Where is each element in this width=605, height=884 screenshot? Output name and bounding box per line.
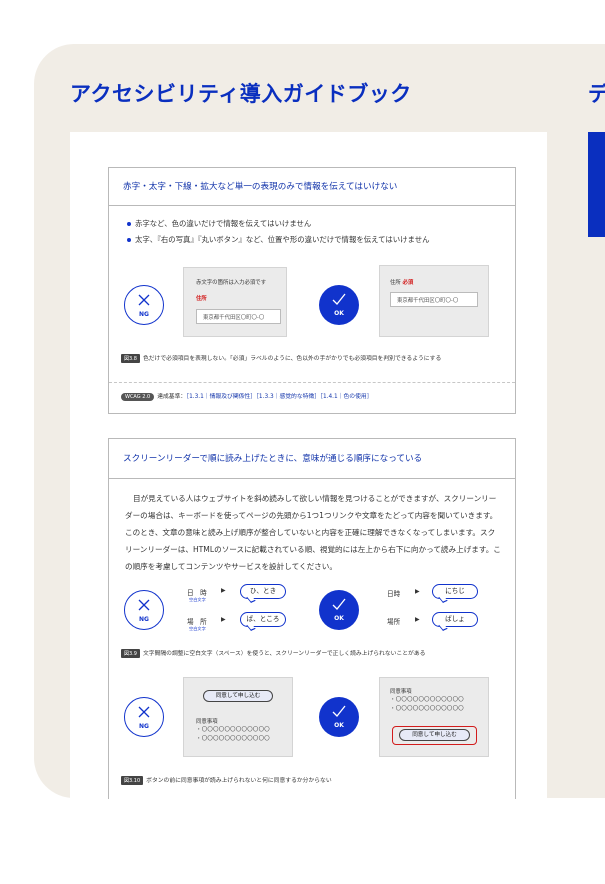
agree-title: 同意事項 bbox=[196, 719, 218, 725]
guideline-section-color: 赤字・太字・下線・拡大など単一の表現のみで情報を伝えてはいけない 赤字など、色の… bbox=[108, 167, 516, 414]
cross-icon bbox=[138, 706, 150, 718]
agree-title: 同意事項 bbox=[390, 689, 412, 695]
bullet-item: 赤字など、色の違いだけで情報を伝えてはいけません bbox=[127, 216, 515, 232]
ng-badge: NG bbox=[124, 697, 164, 737]
figure-caption: 図3.10 ボタンの前に同意事項が読み上げられないと何に同意するか分からない bbox=[121, 775, 332, 785]
book-page: 赤字・太字・下線・拡大など単一の表現のみで情報を伝えてはいけない 赤字など、色の… bbox=[70, 132, 547, 799]
agree-button: 同意して申し込む bbox=[399, 729, 470, 741]
ng-agreement-demo: 同意して申し込む 同意事項 ・〇〇〇〇〇〇〇〇〇〇〇〇 ・〇〇〇〇〇〇〇〇〇〇〇〇 bbox=[183, 677, 293, 757]
ok-form-demo: 住所 必須 東京都千代田区〇町〇-〇 bbox=[379, 265, 489, 337]
ng-badge: NG bbox=[124, 285, 164, 325]
figure-tag: 図3.9 bbox=[121, 649, 140, 658]
ok-label: OK bbox=[334, 722, 344, 729]
play-arrow-icon: ▶ bbox=[221, 587, 226, 594]
ok-label: OK bbox=[334, 615, 344, 622]
play-arrow-icon: ▶ bbox=[415, 616, 420, 623]
figure-tag: 図3.10 bbox=[121, 776, 144, 785]
guideline-section-reading-order: スクリーンリーダーで順に読み上げたときに、意味が通じる順序になっている 目が見え… bbox=[108, 438, 516, 799]
page-title: アクセシビリティ導入ガイドブック bbox=[70, 82, 412, 106]
speech-bubble: ば、ところ bbox=[240, 612, 286, 627]
ng-label: NG bbox=[139, 723, 149, 730]
check-icon bbox=[332, 598, 346, 610]
ok-agreement-demo: 同意事項 ・〇〇〇〇〇〇〇〇〇〇〇〇 ・〇〇〇〇〇〇〇〇〇〇〇〇 同意して申し込む bbox=[379, 677, 489, 757]
space-note: 空白文字 bbox=[189, 626, 206, 631]
row-label: 場所 bbox=[387, 618, 401, 626]
wcag-link[interactable]: ［1.3.1｜情報及び関係性］ bbox=[186, 394, 256, 400]
row-label: 日 時 bbox=[187, 589, 207, 597]
wcag-tag: WCAG 2.0 bbox=[121, 393, 155, 401]
wcag-link[interactable]: ［1.3.3｜感覚的な特徴］ bbox=[256, 394, 320, 400]
divider bbox=[109, 382, 515, 383]
field-label: 住所 必須 bbox=[390, 280, 414, 286]
required-note: 赤文字の箇所は入力必須です bbox=[196, 280, 267, 286]
space-note: 空白文字 bbox=[189, 597, 206, 602]
speech-bubble: ばしょ bbox=[432, 612, 478, 627]
ng-label: NG bbox=[139, 311, 149, 318]
ng-badge: NG bbox=[124, 590, 164, 630]
cross-icon bbox=[138, 294, 150, 306]
ng-label: NG bbox=[139, 616, 149, 623]
bullet-item: 太字、『右の写真』『丸いボタン』など、位置や形の違いだけで情報を伝えてはいけませ… bbox=[127, 232, 515, 248]
ok-label: OK bbox=[334, 310, 344, 317]
row-label: 日時 bbox=[387, 590, 401, 598]
section-heading: スクリーンリーダーで順に読み上げたときに、意味が通じる順序になっている bbox=[109, 439, 515, 479]
row-label: 場 所 bbox=[187, 618, 207, 626]
speech-bubble: ひ、とき bbox=[240, 584, 286, 599]
ok-badge: OK bbox=[319, 697, 359, 737]
ok-badge: OK bbox=[319, 590, 359, 630]
figure-caption: 図3.8 色だけで必須項目を表現しない。「必須」ラベルのように、色以外の手がかりで… bbox=[121, 353, 441, 363]
figure-caption: 図3.9 文字間隔の調整に空白文字（スペース）を使うと、スクリーンリーダーで正しく… bbox=[121, 648, 425, 658]
play-arrow-icon: ▶ bbox=[415, 588, 420, 595]
cross-icon bbox=[138, 599, 150, 611]
wcag-criteria: WCAG 2.0 達成基準：［1.3.1｜情報及び関係性］［1.3.3｜感覚的な特… bbox=[121, 391, 372, 401]
agree-lines: ・〇〇〇〇〇〇〇〇〇〇〇〇 ・〇〇〇〇〇〇〇〇〇〇〇〇 bbox=[196, 727, 270, 742]
figure-tag: 図3.8 bbox=[121, 354, 140, 363]
wcag-link[interactable]: ［1.4.1｜色の使用］ bbox=[320, 394, 372, 400]
section-heading: 赤字・太字・下線・拡大など単一の表現のみで情報を伝えてはいけない bbox=[109, 168, 515, 206]
check-icon bbox=[332, 705, 346, 717]
ok-badge: OK bbox=[319, 285, 359, 325]
check-icon bbox=[332, 293, 346, 305]
address-input: 東京都千代田区〇町〇-〇 bbox=[196, 309, 281, 324]
agree-lines: ・〇〇〇〇〇〇〇〇〇〇〇〇 ・〇〇〇〇〇〇〇〇〇〇〇〇 bbox=[390, 697, 464, 712]
address-input: 東京都千代田区〇町〇-〇 bbox=[390, 292, 478, 307]
next-page-accent-bar bbox=[588, 132, 605, 237]
ng-form-demo: 赤文字の箇所は入力必須です 住所 東京都千代田区〇町〇-〇 bbox=[183, 267, 287, 337]
section-paragraph: 目が見えている人はウェブサイトを斜め読みして欲しい情報を見つけることができますが… bbox=[125, 494, 501, 571]
play-arrow-icon: ▶ bbox=[221, 616, 226, 623]
speech-bubble: にちじ bbox=[432, 584, 478, 599]
next-page-title: デ bbox=[588, 82, 605, 106]
bullet-list: 赤字など、色の違いだけで情報を伝えてはいけません 太字、『右の写真』『丸いボタン… bbox=[109, 206, 515, 248]
required-label: 必須 bbox=[402, 280, 414, 286]
agree-button: 同意して申し込む bbox=[203, 690, 273, 702]
field-label-red: 住所 bbox=[196, 296, 207, 302]
